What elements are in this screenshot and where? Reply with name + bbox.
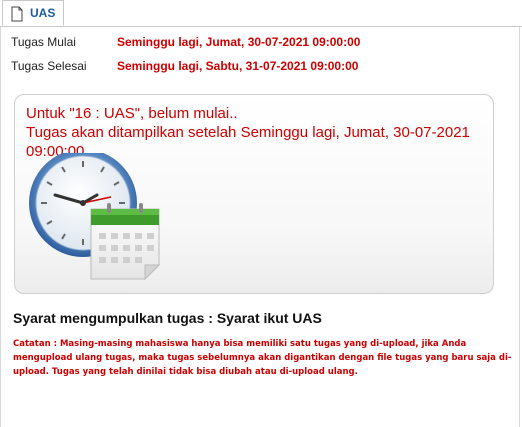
tab-uas[interactable]: UAS — [2, 0, 64, 26]
requirements-heading: Syarat mengumpulkan tugas : Syarat ikut … — [13, 310, 322, 326]
start-row: Tugas Mulai Seminggu lagi, Jumat, 30-07-2… — [11, 35, 360, 49]
end-row: Tugas Selesai Seminggu lagi, Sabtu, 31-07… — [11, 59, 358, 73]
start-label: Tugas Mulai — [11, 35, 76, 49]
end-value: Seminggu lagi, Sabtu, 31-07-2021 09:00:0… — [117, 59, 359, 73]
document-icon — [11, 6, 23, 22]
not-started-panel: Untuk "16 : UAS", belum mulai.. Tugas ak… — [14, 94, 494, 294]
tab-bar: UAS — [0, 0, 522, 27]
notice-line-1: Untuk "16 : UAS", belum mulai.. — [26, 105, 238, 122]
clock-calendar-icon — [29, 153, 161, 281]
start-value: Seminggu lagi, Jumat, 30-07-2021 09:00:0… — [117, 35, 361, 49]
tab-label: UAS — [30, 6, 56, 20]
end-label: Tugas Selesai — [11, 59, 87, 73]
assignment-content: Tugas Mulai Seminggu lagi, Jumat, 30-07-2… — [0, 27, 520, 427]
upload-note: Catatan : Masing-masing mahasiswa hanya … — [13, 339, 512, 377]
